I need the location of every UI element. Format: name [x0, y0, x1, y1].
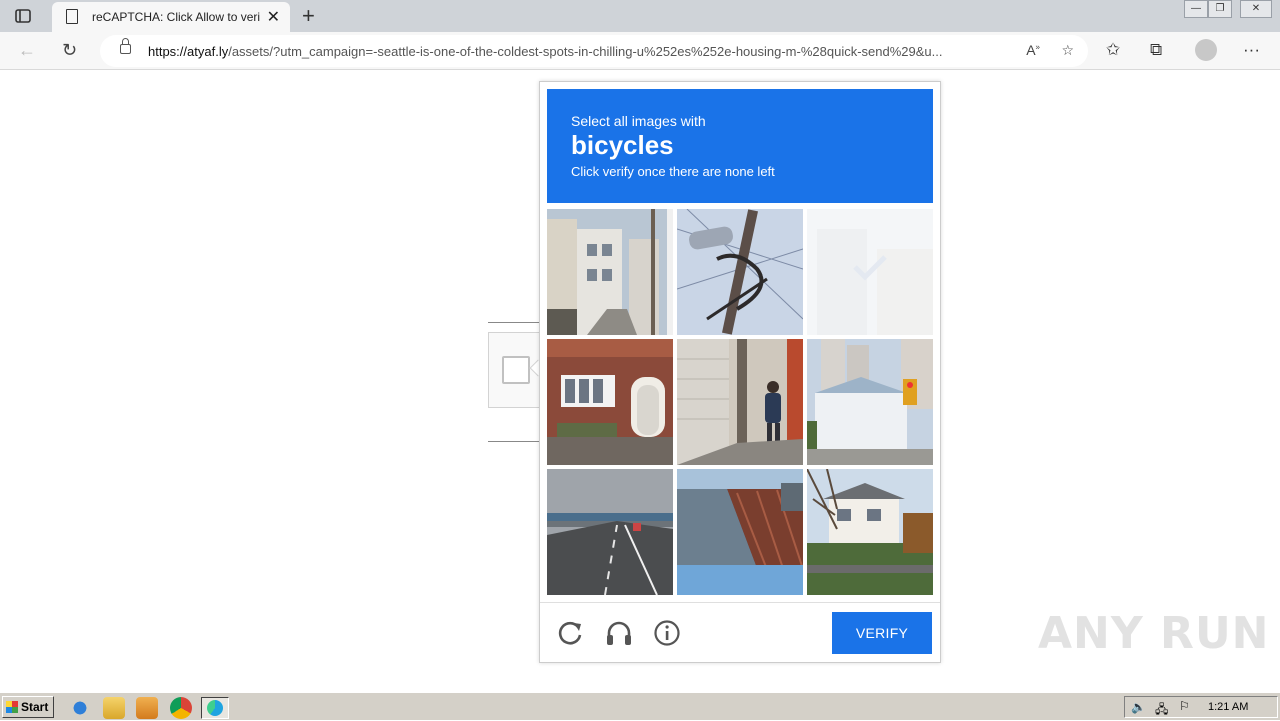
- edge-taskbar-button[interactable]: [201, 697, 229, 719]
- minimize-button[interactable]: —: [1184, 0, 1208, 18]
- action-center-flag-icon[interactable]: ⚐: [1179, 699, 1190, 713]
- tab-actions-button[interactable]: [10, 6, 36, 26]
- image-tile-9[interactable]: [807, 469, 933, 595]
- network-icon[interactable]: 🖧: [1155, 700, 1168, 721]
- url-text[interactable]: https://atyaf.ly/assets/?utm_campaign=-s…: [148, 44, 1018, 59]
- image-tile-4[interactable]: [547, 339, 673, 465]
- tab-actions-icon: [15, 9, 31, 23]
- page-icon: [66, 9, 78, 24]
- internet-explorer-icon[interactable]: [69, 697, 91, 719]
- headphones-icon[interactable]: [604, 618, 634, 648]
- tab-strip: reCAPTCHA: Click Allow to veri ✕ + — ❐ ✕: [0, 0, 1280, 32]
- more-menu-icon[interactable]: ···: [1243, 40, 1260, 60]
- file-explorer-icon[interactable]: [103, 697, 125, 719]
- image-tile-3[interactable]: [807, 209, 933, 335]
- url-host: https://atyaf.ly: [148, 44, 229, 59]
- anchor-top-line: [488, 322, 540, 323]
- volume-icon[interactable]: 🔈: [1131, 700, 1146, 714]
- clock: 1:21 AM: [1208, 701, 1249, 713]
- favorites-icon[interactable]: ✩: [1106, 40, 1120, 60]
- challenge-header: Select all images with bicycles Click ve…: [547, 89, 933, 203]
- lock-icon[interactable]: [120, 38, 131, 54]
- restore-button[interactable]: ❐: [1208, 0, 1232, 18]
- image-grid: [547, 209, 933, 595]
- close-tab-icon[interactable]: ✕: [267, 7, 280, 27]
- target-word: bicycles: [571, 130, 674, 160]
- image-tile-2[interactable]: [677, 209, 803, 335]
- add-favorite-icon[interactable]: ☆: [1061, 42, 1074, 59]
- info-icon[interactable]: [652, 618, 682, 648]
- anchor-bottom-line: [488, 441, 540, 442]
- taskbar: Start 🔈 🖧 ⚐ 1:21 AM: [0, 692, 1280, 720]
- instruction-line: Click verify once there are none left: [571, 164, 775, 179]
- verify-button[interactable]: VERIFY: [832, 612, 932, 654]
- image-tile-5[interactable]: [677, 339, 803, 465]
- read-aloud-icon[interactable]: A»: [1026, 42, 1040, 58]
- windows-logo-icon: [6, 701, 18, 713]
- captcha-challenge: Select all images with bicycles Click ve…: [539, 81, 941, 663]
- start-button[interactable]: Start: [2, 696, 54, 718]
- tab-title: reCAPTCHA: Click Allow to veri: [92, 10, 261, 24]
- active-tab[interactable]: reCAPTCHA: Click Allow to veri ✕: [52, 2, 290, 32]
- browser-toolbar: ← ↻ https://atyaf.ly/assets/?utm_campaig…: [0, 32, 1280, 70]
- close-window-button[interactable]: ✕: [1240, 0, 1272, 18]
- media-player-icon[interactable]: [136, 697, 158, 719]
- image-tile-8[interactable]: [677, 469, 803, 595]
- collections-icon[interactable]: ⧉: [1150, 40, 1162, 60]
- url-path: /assets/?utm_campaign=-seattle-is-one-of…: [228, 44, 943, 59]
- refresh-icon[interactable]: ↻: [62, 40, 77, 61]
- reload-icon[interactable]: [556, 618, 586, 648]
- image-tile-1[interactable]: [547, 209, 673, 335]
- back-icon[interactable]: ←: [18, 40, 36, 61]
- footer-divider: [540, 602, 940, 603]
- recaptcha-checkbox[interactable]: [502, 356, 530, 384]
- profile-avatar[interactable]: [1195, 39, 1217, 61]
- edge-icon: [207, 700, 223, 716]
- chrome-icon[interactable]: [170, 697, 192, 719]
- start-label: Start: [21, 700, 49, 714]
- image-tile-7[interactable]: [547, 469, 673, 595]
- prompt-line: Select all images with: [571, 113, 706, 129]
- system-tray: 🔈 🖧 ⚐: [1124, 696, 1278, 718]
- new-tab-button[interactable]: +: [302, 3, 315, 29]
- address-bar[interactable]: https://atyaf.ly/assets/?utm_campaign=-s…: [100, 35, 1088, 67]
- image-tile-6[interactable]: [807, 339, 933, 465]
- anyrun-watermark: ANY RUN: [1038, 608, 1270, 659]
